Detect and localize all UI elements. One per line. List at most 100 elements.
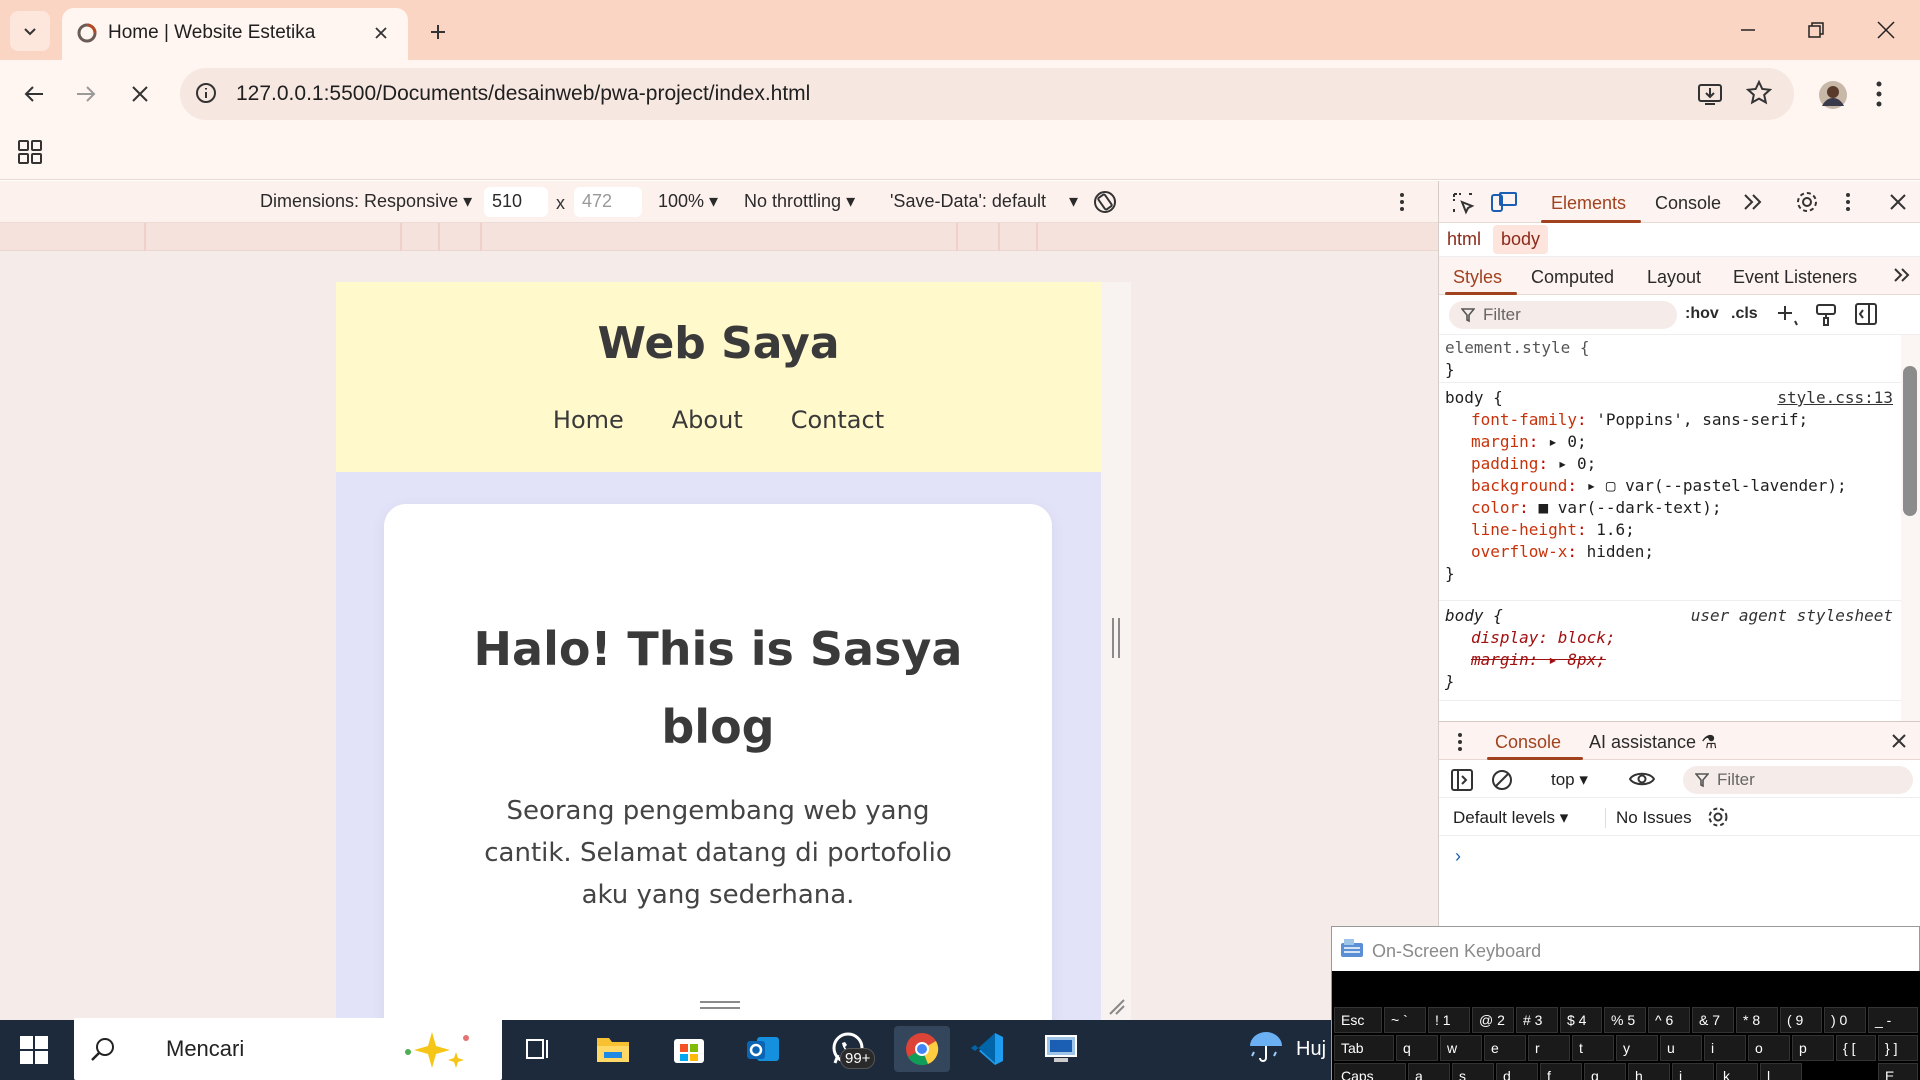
log-levels-dropdown[interactable]: Default levels ▾ [1453,808,1568,828]
forward-button[interactable] [66,74,106,114]
windows-start-icon[interactable] [20,1036,48,1064]
resize-handle-right[interactable] [1110,618,1122,658]
rule-source-link[interactable]: style.css:13 [1777,387,1893,409]
key-caps[interactable]: Caps [1334,1063,1406,1080]
tab-elements[interactable]: Elements [1551,193,1626,214]
key[interactable]: ~ ` [1384,1007,1426,1033]
class-toggle[interactable]: .cls [1731,305,1758,323]
key[interactable]: $ 4 [1560,1007,1602,1033]
console-settings-icon[interactable] [1707,806,1729,828]
body-style-rule[interactable]: style.css:13 body { font-family: 'Poppin… [1439,383,1901,601]
new-rule-icon[interactable] [1775,303,1799,327]
key[interactable]: e [1484,1035,1526,1061]
inspect-element-icon[interactable] [1451,191,1475,215]
width-input[interactable]: 510 [484,187,548,217]
paint-brush-icon[interactable] [1815,303,1837,327]
close-drawer-icon[interactable] [1891,733,1907,749]
key-esc[interactable]: Esc [1334,1007,1382,1033]
tab-styles[interactable]: Styles [1453,267,1502,288]
key[interactable]: p [1792,1035,1834,1061]
throttling-dropdown[interactable]: No throttling ▾ [744,191,855,212]
css-property[interactable]: background: ▸ ▢ var(--pastel-lavender); [1445,475,1901,497]
styles-scrollbar-thumb[interactable] [1903,366,1917,516]
console-prompt[interactable]: › [1455,846,1461,867]
close-tab-button[interactable] [368,20,394,46]
site-info-icon[interactable] [194,81,218,105]
key[interactable]: } ] [1878,1035,1918,1061]
tab-console[interactable]: Console [1655,193,1721,214]
clear-console-icon[interactable] [1491,769,1513,791]
outlook-icon[interactable] [740,1026,786,1072]
issues-counter[interactable]: No Issues [1605,808,1692,828]
key[interactable]: u [1660,1035,1702,1061]
install-app-icon[interactable] [1696,80,1724,108]
apps-grid-icon[interactable] [18,140,42,164]
key[interactable]: ( 9 [1780,1007,1822,1033]
more-tabs-icon[interactable] [1893,267,1911,283]
css-property[interactable]: overflow-x: hidden; [1445,541,1901,563]
key[interactable]: d [1496,1063,1538,1080]
css-property[interactable]: margin: ▸ 0; [1445,431,1901,453]
element-style-rule[interactable]: element.style { } [1439,335,1901,383]
key-tab[interactable]: Tab [1334,1035,1394,1061]
weather-umbrella-icon[interactable] [1246,1026,1286,1066]
resize-corner-handle[interactable] [1106,996,1126,1016]
stop-loading-button[interactable] [120,74,160,114]
console-filter-input[interactable]: Filter [1683,766,1913,794]
device-toolbar-menu-icon[interactable] [1398,191,1406,213]
bookmark-star-icon[interactable] [1746,80,1772,106]
tab-search-button[interactable] [10,11,50,51]
browser-tab[interactable]: Home | Website Estetika [62,8,408,60]
key[interactable]: { [ [1836,1035,1876,1061]
devtools-menu-icon[interactable] [1845,191,1851,213]
height-input[interactable]: 472 [574,187,642,217]
vscode-icon[interactable] [964,1026,1010,1072]
chrome-icon[interactable] [894,1026,950,1072]
eye-icon[interactable] [1629,770,1655,788]
taskbar-search-box[interactable]: Mencari [74,1018,502,1080]
key[interactable]: % 5 [1604,1007,1646,1033]
nav-link-contact[interactable]: Contact [791,406,884,434]
user-agent-rule[interactable]: user agent stylesheet body { display: bl… [1439,601,1901,701]
settings-gear-icon[interactable] [1795,190,1819,214]
css-property[interactable]: padding: ▸ 0; [1445,453,1901,475]
drawer-tab-console[interactable]: Console [1495,732,1561,753]
key[interactable]: w [1440,1035,1482,1061]
key[interactable]: a [1408,1063,1450,1080]
key[interactable]: E [1878,1063,1918,1080]
key[interactable]: y [1616,1035,1658,1061]
styles-filter-input[interactable]: Filter [1449,301,1677,329]
key[interactable]: o [1748,1035,1790,1061]
resize-handle-bottom[interactable] [700,1001,740,1013]
key[interactable]: r [1528,1035,1570,1061]
key[interactable]: ^ 6 [1648,1007,1690,1033]
browser-menu-button[interactable] [1874,74,1884,114]
media-query-bar[interactable] [0,223,1438,251]
device-toggle-icon[interactable] [1491,191,1517,215]
task-view-icon[interactable] [514,1026,560,1072]
file-explorer-icon[interactable] [590,1026,636,1072]
key[interactable]: q [1396,1035,1438,1061]
key[interactable]: h [1628,1063,1670,1080]
whatsapp-icon[interactable]: 99+ [818,1026,878,1072]
key[interactable]: i [1704,1035,1746,1061]
nav-link-about[interactable]: About [672,406,743,434]
sidebar-toggle-icon[interactable] [1451,769,1473,791]
avatar[interactable] [1818,80,1848,110]
tab-event-listeners[interactable]: Event Listeners [1733,267,1857,288]
css-property[interactable]: color: ■ var(--dark-text); [1445,497,1901,519]
remote-desktop-icon[interactable] [1038,1026,1084,1072]
drawer-tab-ai-assistance[interactable]: AI assistance ⚗ [1589,732,1717,753]
restore-button[interactable] [1782,0,1850,60]
microsoft-store-icon[interactable] [666,1026,712,1072]
key[interactable]: * 8 [1736,1007,1778,1033]
rotate-icon[interactable] [1092,189,1118,215]
new-tab-button[interactable] [420,14,456,50]
tab-computed[interactable]: Computed [1531,267,1614,288]
breadcrumb-html[interactable]: html [1447,229,1481,250]
close-devtools-icon[interactable] [1889,193,1907,211]
key[interactable]: ) 0 [1824,1007,1866,1033]
more-tabs-icon[interactable] [1743,193,1763,211]
toggle-sidebar-icon[interactable] [1855,303,1877,325]
context-selector[interactable]: top ▾ [1551,770,1588,790]
